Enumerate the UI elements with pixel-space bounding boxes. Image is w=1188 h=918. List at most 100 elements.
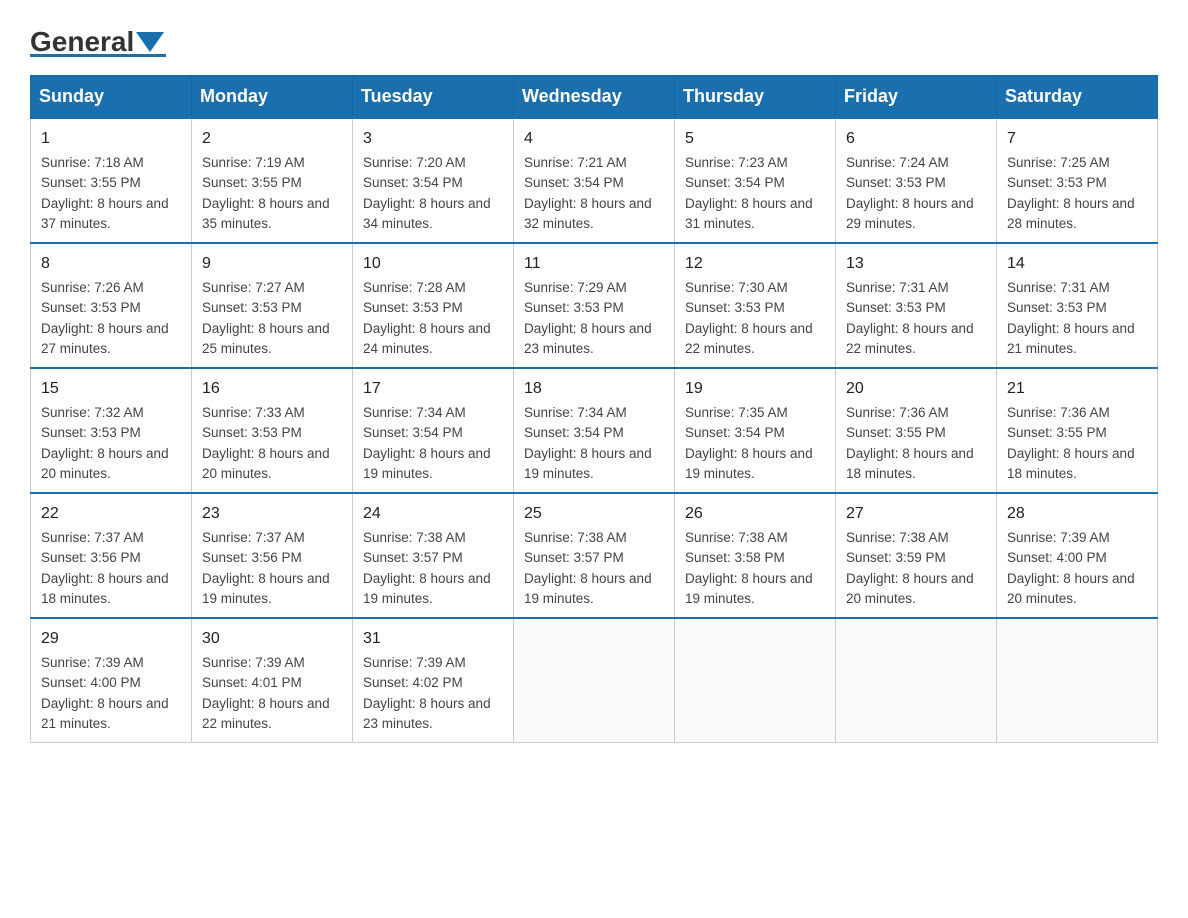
day-number: 9 — [202, 252, 342, 276]
calendar-cell: 5Sunrise: 7:23 AMSunset: 3:54 PMDaylight… — [675, 118, 836, 243]
logo: General — [30, 28, 166, 57]
calendar-cell: 16Sunrise: 7:33 AMSunset: 3:53 PMDayligh… — [192, 368, 353, 493]
weekday-header-monday: Monday — [192, 76, 353, 119]
weekday-header-row: SundayMondayTuesdayWednesdayThursdayFrid… — [31, 76, 1158, 119]
day-number: 6 — [846, 127, 986, 151]
calendar-cell: 21Sunrise: 7:36 AMSunset: 3:55 PMDayligh… — [997, 368, 1158, 493]
day-number: 3 — [363, 127, 503, 151]
calendar-cell: 22Sunrise: 7:37 AMSunset: 3:56 PMDayligh… — [31, 493, 192, 618]
day-number: 18 — [524, 377, 664, 401]
day-number: 14 — [1007, 252, 1147, 276]
day-info: Sunrise: 7:39 AMSunset: 4:00 PMDaylight:… — [1007, 528, 1147, 609]
day-number: 19 — [685, 377, 825, 401]
calendar-cell: 30Sunrise: 7:39 AMSunset: 4:01 PMDayligh… — [192, 618, 353, 743]
day-number: 26 — [685, 502, 825, 526]
calendar-week-row: 29Sunrise: 7:39 AMSunset: 4:00 PMDayligh… — [31, 618, 1158, 743]
day-info: Sunrise: 7:18 AMSunset: 3:55 PMDaylight:… — [41, 153, 181, 234]
day-number: 23 — [202, 502, 342, 526]
calendar-cell: 23Sunrise: 7:37 AMSunset: 3:56 PMDayligh… — [192, 493, 353, 618]
day-info: Sunrise: 7:34 AMSunset: 3:54 PMDaylight:… — [524, 403, 664, 484]
day-info: Sunrise: 7:26 AMSunset: 3:53 PMDaylight:… — [41, 278, 181, 359]
day-number: 22 — [41, 502, 181, 526]
day-info: Sunrise: 7:31 AMSunset: 3:53 PMDaylight:… — [846, 278, 986, 359]
calendar-cell: 8Sunrise: 7:26 AMSunset: 3:53 PMDaylight… — [31, 243, 192, 368]
calendar-cell — [836, 618, 997, 743]
calendar-cell: 26Sunrise: 7:38 AMSunset: 3:58 PMDayligh… — [675, 493, 836, 618]
logo-triangle-icon — [136, 32, 164, 52]
day-number: 28 — [1007, 502, 1147, 526]
calendar-cell: 20Sunrise: 7:36 AMSunset: 3:55 PMDayligh… — [836, 368, 997, 493]
day-number: 31 — [363, 627, 503, 651]
calendar-cell: 2Sunrise: 7:19 AMSunset: 3:55 PMDaylight… — [192, 118, 353, 243]
day-info: Sunrise: 7:21 AMSunset: 3:54 PMDaylight:… — [524, 153, 664, 234]
day-info: Sunrise: 7:38 AMSunset: 3:57 PMDaylight:… — [363, 528, 503, 609]
calendar-cell: 12Sunrise: 7:30 AMSunset: 3:53 PMDayligh… — [675, 243, 836, 368]
weekday-header-tuesday: Tuesday — [353, 76, 514, 119]
weekday-header-wednesday: Wednesday — [514, 76, 675, 119]
day-info: Sunrise: 7:36 AMSunset: 3:55 PMDaylight:… — [1007, 403, 1147, 484]
calendar-cell: 24Sunrise: 7:38 AMSunset: 3:57 PMDayligh… — [353, 493, 514, 618]
calendar-cell: 4Sunrise: 7:21 AMSunset: 3:54 PMDaylight… — [514, 118, 675, 243]
calendar-cell: 27Sunrise: 7:38 AMSunset: 3:59 PMDayligh… — [836, 493, 997, 618]
calendar-week-row: 8Sunrise: 7:26 AMSunset: 3:53 PMDaylight… — [31, 243, 1158, 368]
calendar-table: SundayMondayTuesdayWednesdayThursdayFrid… — [30, 75, 1158, 743]
day-number: 29 — [41, 627, 181, 651]
day-number: 16 — [202, 377, 342, 401]
calendar-cell: 29Sunrise: 7:39 AMSunset: 4:00 PMDayligh… — [31, 618, 192, 743]
day-info: Sunrise: 7:20 AMSunset: 3:54 PMDaylight:… — [363, 153, 503, 234]
day-number: 17 — [363, 377, 503, 401]
day-number: 25 — [524, 502, 664, 526]
calendar-cell: 25Sunrise: 7:38 AMSunset: 3:57 PMDayligh… — [514, 493, 675, 618]
calendar-cell — [997, 618, 1158, 743]
day-info: Sunrise: 7:24 AMSunset: 3:53 PMDaylight:… — [846, 153, 986, 234]
day-info: Sunrise: 7:27 AMSunset: 3:53 PMDaylight:… — [202, 278, 342, 359]
day-number: 8 — [41, 252, 181, 276]
weekday-header-friday: Friday — [836, 76, 997, 119]
calendar-cell: 19Sunrise: 7:35 AMSunset: 3:54 PMDayligh… — [675, 368, 836, 493]
day-info: Sunrise: 7:19 AMSunset: 3:55 PMDaylight:… — [202, 153, 342, 234]
day-info: Sunrise: 7:23 AMSunset: 3:54 PMDaylight:… — [685, 153, 825, 234]
page-header: General — [30, 20, 1158, 57]
day-number: 10 — [363, 252, 503, 276]
day-number: 13 — [846, 252, 986, 276]
day-info: Sunrise: 7:33 AMSunset: 3:53 PMDaylight:… — [202, 403, 342, 484]
calendar-cell: 6Sunrise: 7:24 AMSunset: 3:53 PMDaylight… — [836, 118, 997, 243]
day-info: Sunrise: 7:39 AMSunset: 4:02 PMDaylight:… — [363, 653, 503, 734]
day-number: 1 — [41, 127, 181, 151]
calendar-cell: 15Sunrise: 7:32 AMSunset: 3:53 PMDayligh… — [31, 368, 192, 493]
day-info: Sunrise: 7:34 AMSunset: 3:54 PMDaylight:… — [363, 403, 503, 484]
logo-underline — [30, 54, 166, 57]
day-info: Sunrise: 7:37 AMSunset: 3:56 PMDaylight:… — [202, 528, 342, 609]
weekday-header-sunday: Sunday — [31, 76, 192, 119]
day-info: Sunrise: 7:38 AMSunset: 3:57 PMDaylight:… — [524, 528, 664, 609]
day-number: 27 — [846, 502, 986, 526]
logo-general-text: General — [30, 28, 134, 56]
day-info: Sunrise: 7:38 AMSunset: 3:59 PMDaylight:… — [846, 528, 986, 609]
day-info: Sunrise: 7:38 AMSunset: 3:58 PMDaylight:… — [685, 528, 825, 609]
day-number: 30 — [202, 627, 342, 651]
day-info: Sunrise: 7:29 AMSunset: 3:53 PMDaylight:… — [524, 278, 664, 359]
day-number: 15 — [41, 377, 181, 401]
day-number: 11 — [524, 252, 664, 276]
calendar-cell: 3Sunrise: 7:20 AMSunset: 3:54 PMDaylight… — [353, 118, 514, 243]
calendar-week-row: 22 Sunrise: 7:37 AMSunset: 3:56 PMDayligh… — [31, 493, 1158, 618]
day-info: Sunrise: 7:30 AMSunset: 3:53 PMDaylight:… — [685, 278, 825, 359]
day-info: Sunrise: 7:36 AMSunset: 3:55 PMDaylight:… — [846, 403, 986, 484]
calendar-cell — [514, 618, 675, 743]
day-info: Sunrise: 7:39 AMSunset: 4:00 PMDaylight:… — [41, 653, 181, 734]
day-number: 20 — [846, 377, 986, 401]
weekday-header-saturday: Saturday — [997, 76, 1158, 119]
day-info: Sunrise: 7:32 AMSunset: 3:53 PMDaylight:… — [41, 403, 181, 484]
day-number: 4 — [524, 127, 664, 151]
day-info: Sunrise: 7:28 AMSunset: 3:53 PMDaylight:… — [363, 278, 503, 359]
calendar-cell: 9Sunrise: 7:27 AMSunset: 3:53 PMDaylight… — [192, 243, 353, 368]
day-number: 12 — [685, 252, 825, 276]
day-number: 21 — [1007, 377, 1147, 401]
weekday-header-thursday: Thursday — [675, 76, 836, 119]
day-info: Sunrise: 7:25 AMSunset: 3:53 PMDaylight:… — [1007, 153, 1147, 234]
calendar-cell: 1Sunrise: 7:18 AMSunset: 3:55 PMDaylight… — [31, 118, 192, 243]
day-number: 2 — [202, 127, 342, 151]
day-info: Sunrise: 7:35 AMSunset: 3:54 PMDaylight:… — [685, 403, 825, 484]
calendar-cell: 18Sunrise: 7:34 AMSunset: 3:54 PMDayligh… — [514, 368, 675, 493]
calendar-cell: 14Sunrise: 7:31 AMSunset: 3:53 PMDayligh… — [997, 243, 1158, 368]
